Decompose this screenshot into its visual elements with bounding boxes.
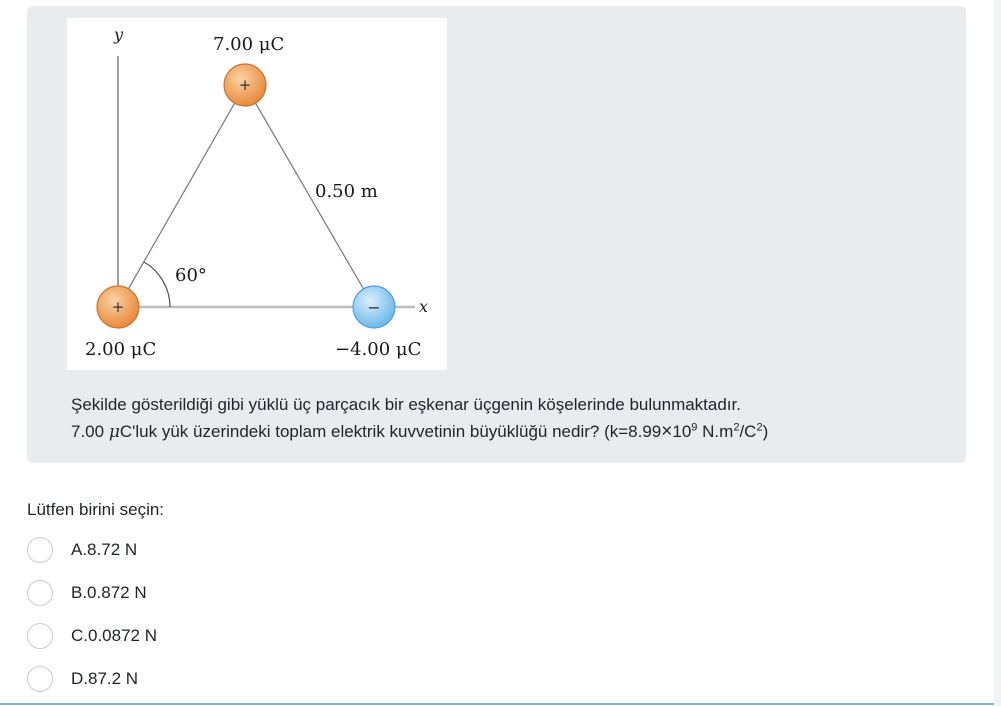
side-length-label: 0.50 m bbox=[315, 181, 378, 202]
plus-icon: + bbox=[112, 298, 125, 316]
bottom-divider bbox=[0, 703, 1001, 705]
charge-right-label: −4.00 μC bbox=[335, 339, 421, 360]
angle-label: 60° bbox=[175, 265, 207, 286]
minus-icon: − bbox=[367, 298, 380, 317]
scrollbar-track[interactable] bbox=[994, 0, 1001, 706]
quiz-page: y x 7.00 μC 0.50 m 60° 2.00 μC −4.00 μC … bbox=[0, 0, 1001, 706]
radio-button[interactable] bbox=[27, 536, 53, 563]
option-label: A.8.72 N bbox=[71, 539, 138, 559]
radio-button[interactable] bbox=[27, 622, 53, 649]
positive-charge-left: + bbox=[96, 285, 140, 329]
times-symbol: × bbox=[661, 421, 673, 442]
option-label: B.0.872 N bbox=[71, 582, 147, 602]
option-a[interactable]: A.8.72 N bbox=[27, 528, 157, 571]
option-d[interactable]: D.87.2 N bbox=[27, 657, 157, 700]
option-b[interactable]: B.0.872 N bbox=[27, 571, 157, 614]
question-text-part: N.m bbox=[697, 422, 734, 441]
y-axis-label: y bbox=[113, 25, 124, 44]
answer-prompt: Lütfen birini seçin: bbox=[27, 500, 165, 519]
option-c[interactable]: C.0.0872 N bbox=[27, 614, 157, 657]
question-text-part: 10 bbox=[672, 422, 692, 441]
question-line-1: Şekilde gösterildiği gibi yüklü üç parça… bbox=[71, 395, 741, 414]
angle-arc bbox=[143, 261, 171, 308]
negative-charge-right: − bbox=[352, 285, 396, 329]
question-line-2: 7.00 μC'luk yük üzerindeki toplam elektr… bbox=[71, 418, 971, 446]
radio-button[interactable] bbox=[27, 665, 53, 692]
radio-button[interactable] bbox=[27, 579, 53, 606]
triangle-charges-diagram: y x 7.00 μC 0.50 m 60° 2.00 μC −4.00 μC … bbox=[85, 25, 428, 360]
positive-charge-top: + bbox=[223, 63, 267, 107]
question-text-part: ) bbox=[762, 422, 769, 441]
question-text: Şekilde gösterildiği gibi yüklü üç parça… bbox=[71, 391, 971, 446]
charge-left-label: 2.00 μC bbox=[85, 339, 156, 360]
option-label: C.0.0872 N bbox=[71, 625, 157, 645]
question-text-part: 7.00 bbox=[71, 422, 109, 441]
charge-top-label: 7.00 μC bbox=[213, 34, 284, 55]
question-figure: y x 7.00 μC 0.50 m 60° 2.00 μC −4.00 μC … bbox=[67, 18, 447, 370]
question-text-part: C'luk yük üzerindeki toplam elektrik kuv… bbox=[119, 422, 662, 441]
question-text-part: /C bbox=[739, 422, 757, 441]
x-axis-label: x bbox=[419, 297, 428, 316]
answer-options: A.8.72 N B.0.872 N C.0.0872 N D.87.2 N bbox=[27, 528, 157, 700]
option-label: D.87.2 N bbox=[71, 668, 139, 688]
question-card: y x 7.00 μC 0.50 m 60° 2.00 μC −4.00 μC … bbox=[27, 6, 966, 463]
mu-symbol: μ bbox=[108, 422, 120, 442]
plus-icon: + bbox=[239, 76, 252, 94]
